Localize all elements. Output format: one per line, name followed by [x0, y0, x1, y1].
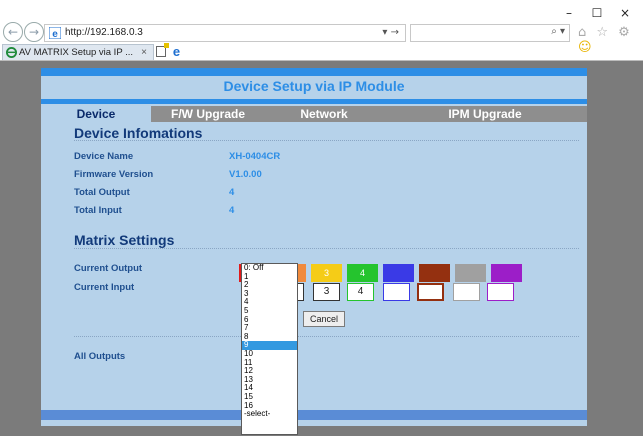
output-swatch-5[interactable] [383, 264, 414, 282]
output-swatch-4[interactable]: 4 [347, 264, 378, 282]
dropdown-option[interactable]: 1 [242, 272, 297, 282]
input-select-3[interactable]: 3 [313, 283, 340, 301]
setup-panel: Device Setup via IP Module Device F/W Up… [41, 68, 587, 426]
cancel-button[interactable]: Cancel [303, 311, 345, 327]
device-info-heading: Device Infomations [74, 125, 203, 141]
tab-fw-upgrade[interactable]: F/W Upgrade [151, 106, 265, 122]
dropdown-option[interactable]: 7 [242, 324, 297, 333]
divider [74, 248, 579, 249]
svg-text:e: e [52, 29, 58, 39]
divider [74, 336, 579, 337]
page-title: Device Setup via IP Module [223, 78, 405, 94]
output-swatch-7[interactable] [455, 264, 486, 282]
tab-bar: AV MATRIX Setup via IP ... × e [0, 43, 643, 60]
divider [74, 140, 579, 141]
tab-ipm-upgrade[interactable]: IPM Upgrade [383, 106, 587, 122]
window-controls: – ☐ × [555, 6, 639, 20]
total-output-label: Total Output [74, 187, 130, 198]
all-outputs-label: All Outputs [74, 351, 126, 362]
total-input-label: Total Input [74, 205, 122, 216]
total-output-value: 4 [229, 187, 235, 198]
forward-button[interactable]: → [24, 22, 44, 42]
new-tab-icon[interactable] [156, 43, 169, 57]
search-box[interactable]: ⌕ ▾ [410, 24, 570, 42]
matrix-settings-heading: Matrix Settings [74, 232, 175, 248]
nav-tabs: Device F/W Upgrade Network IPM Upgrade [41, 106, 587, 122]
device-name-value: XH-0404CR [229, 151, 281, 162]
firmware-version-label: Firmware Version [74, 169, 154, 180]
search-icon[interactable]: ⌕ ▾ [551, 26, 565, 37]
browser-chrome: – ☐ × ← → e http://192.168.0.3 ▾ → ⌕ ▾ ⌂… [0, 0, 643, 60]
back-button[interactable]: ← [3, 22, 23, 42]
minimize-button[interactable]: – [555, 6, 583, 20]
device-name-label: Device Name [74, 151, 134, 162]
input-select-5[interactable] [383, 283, 410, 301]
page-viewport: Device Setup via IP Module Device F/W Up… [0, 60, 643, 436]
dropdown-option[interactable]: 2 [242, 281, 297, 290]
title-band [41, 99, 587, 104]
output-swatch-8[interactable] [491, 264, 522, 282]
dropdown-option-off[interactable]: 0: Off [242, 264, 297, 273]
output-swatch-3[interactable]: 3 [311, 264, 342, 282]
browser-tab[interactable]: AV MATRIX Setup via IP ... × [2, 44, 154, 60]
total-input-value: 4 [229, 205, 235, 216]
dropdown-option[interactable]: 4 [242, 298, 297, 307]
dropdown-option-select[interactable]: -select- [242, 409, 297, 419]
address-bar[interactable]: e http://192.168.0.3 ▾ → [44, 24, 406, 42]
tab-close-icon[interactable]: × [141, 45, 147, 60]
home-star-gear-icon[interactable]: ⌂ ☆ ⚙ [578, 25, 633, 40]
close-window-button[interactable]: × [611, 6, 639, 20]
maximize-button[interactable]: ☐ [583, 6, 611, 20]
output-swatch-6[interactable] [419, 264, 450, 282]
input-select-4[interactable]: 4 [347, 283, 374, 301]
input-select-7[interactable] [453, 283, 480, 301]
dropdown-option[interactable]: 8 [242, 332, 297, 342]
svg-text:e: e [173, 45, 180, 58]
tab-network[interactable]: Network [265, 106, 383, 122]
dropdown-option[interactable]: 3 [242, 289, 297, 299]
current-input-label: Current Input [74, 282, 135, 293]
tab-title: AV MATRIX Setup via IP ... [19, 47, 134, 58]
ie-tab-icon [6, 47, 17, 58]
input-dropdown-list[interactable]: 0: Off 1 2 3 4 5 6 7 8 9 10 11 12 13 14 … [241, 263, 298, 435]
ie-icon: e [49, 27, 61, 39]
firmware-version-value: V1.0.00 [229, 169, 262, 180]
tab-device[interactable]: Device [41, 106, 151, 122]
top-bar [41, 68, 587, 76]
current-output-label: Current Output [74, 263, 143, 274]
input-select-6[interactable] [417, 283, 444, 301]
input-select-8[interactable] [487, 283, 514, 301]
bottom-bar [41, 410, 587, 420]
go-arrow-icon[interactable]: ▾ → [382, 25, 399, 41]
ie-logo-icon[interactable]: e [170, 45, 183, 58]
dropdown-option[interactable]: 5 [242, 306, 297, 316]
dropdown-option[interactable]: 6 [242, 315, 297, 325]
url-text: http://192.168.0.3 [65, 27, 143, 38]
